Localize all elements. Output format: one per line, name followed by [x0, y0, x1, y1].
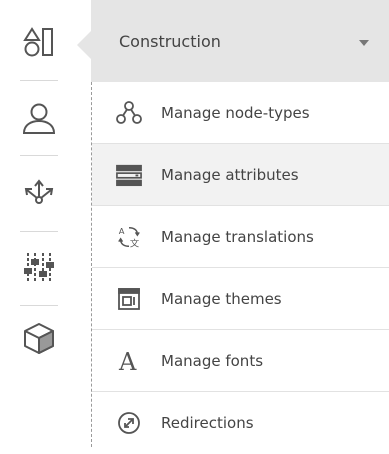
translations-icon: A 文 — [116, 224, 142, 250]
menu-item-translations[interactable]: A 文 Manage translations — [92, 206, 389, 268]
attributes-icon — [116, 162, 142, 188]
menu-item-label: Manage fonts — [161, 351, 264, 370]
icon-rail — [0, 0, 77, 447]
menu-item-fonts[interactable]: A Manage fonts — [92, 330, 389, 392]
shapes-icon — [22, 25, 56, 59]
svg-text:A: A — [119, 226, 125, 236]
themes-icon — [116, 286, 142, 312]
active-pointer — [77, 31, 91, 59]
menu-item-label: Manage node-types — [161, 103, 310, 122]
user-icon — [22, 101, 56, 135]
menu-item-label: Manage attributes — [161, 165, 299, 184]
menu-item-redirections[interactable]: Redirections — [92, 392, 389, 454]
fonts-icon: A — [116, 348, 142, 374]
rail-item-packages[interactable] — [0, 302, 77, 374]
menu-item-node-types[interactable]: Manage node-types — [92, 82, 389, 144]
rail-item-construction[interactable] — [0, 6, 77, 78]
rail-item-settings[interactable] — [0, 232, 77, 304]
cube-icon — [22, 321, 56, 355]
menu-item-label: Manage themes — [161, 289, 282, 308]
rail-item-workflow[interactable] — [0, 158, 77, 230]
rail-divider — [20, 80, 58, 81]
svg-text:文: 文 — [130, 237, 139, 249]
rail-item-users[interactable] — [0, 82, 77, 154]
node-types-icon — [116, 100, 142, 126]
workflow-arrows-icon — [21, 176, 57, 212]
menu-item-attributes[interactable]: Manage attributes — [92, 144, 389, 206]
sliders-icon — [22, 251, 56, 285]
menu-item-themes[interactable]: Manage themes — [92, 268, 389, 330]
section-select[interactable]: Construction — [91, 0, 389, 82]
menu-item-label: Manage translations — [161, 227, 314, 246]
svg-text:A: A — [118, 348, 137, 374]
chevron-down-icon — [359, 40, 369, 46]
menu-item-label: Redirections — [161, 414, 254, 432]
section-select-value: Construction — [119, 32, 221, 51]
rail-divider — [20, 155, 58, 156]
redirections-icon — [116, 410, 142, 436]
